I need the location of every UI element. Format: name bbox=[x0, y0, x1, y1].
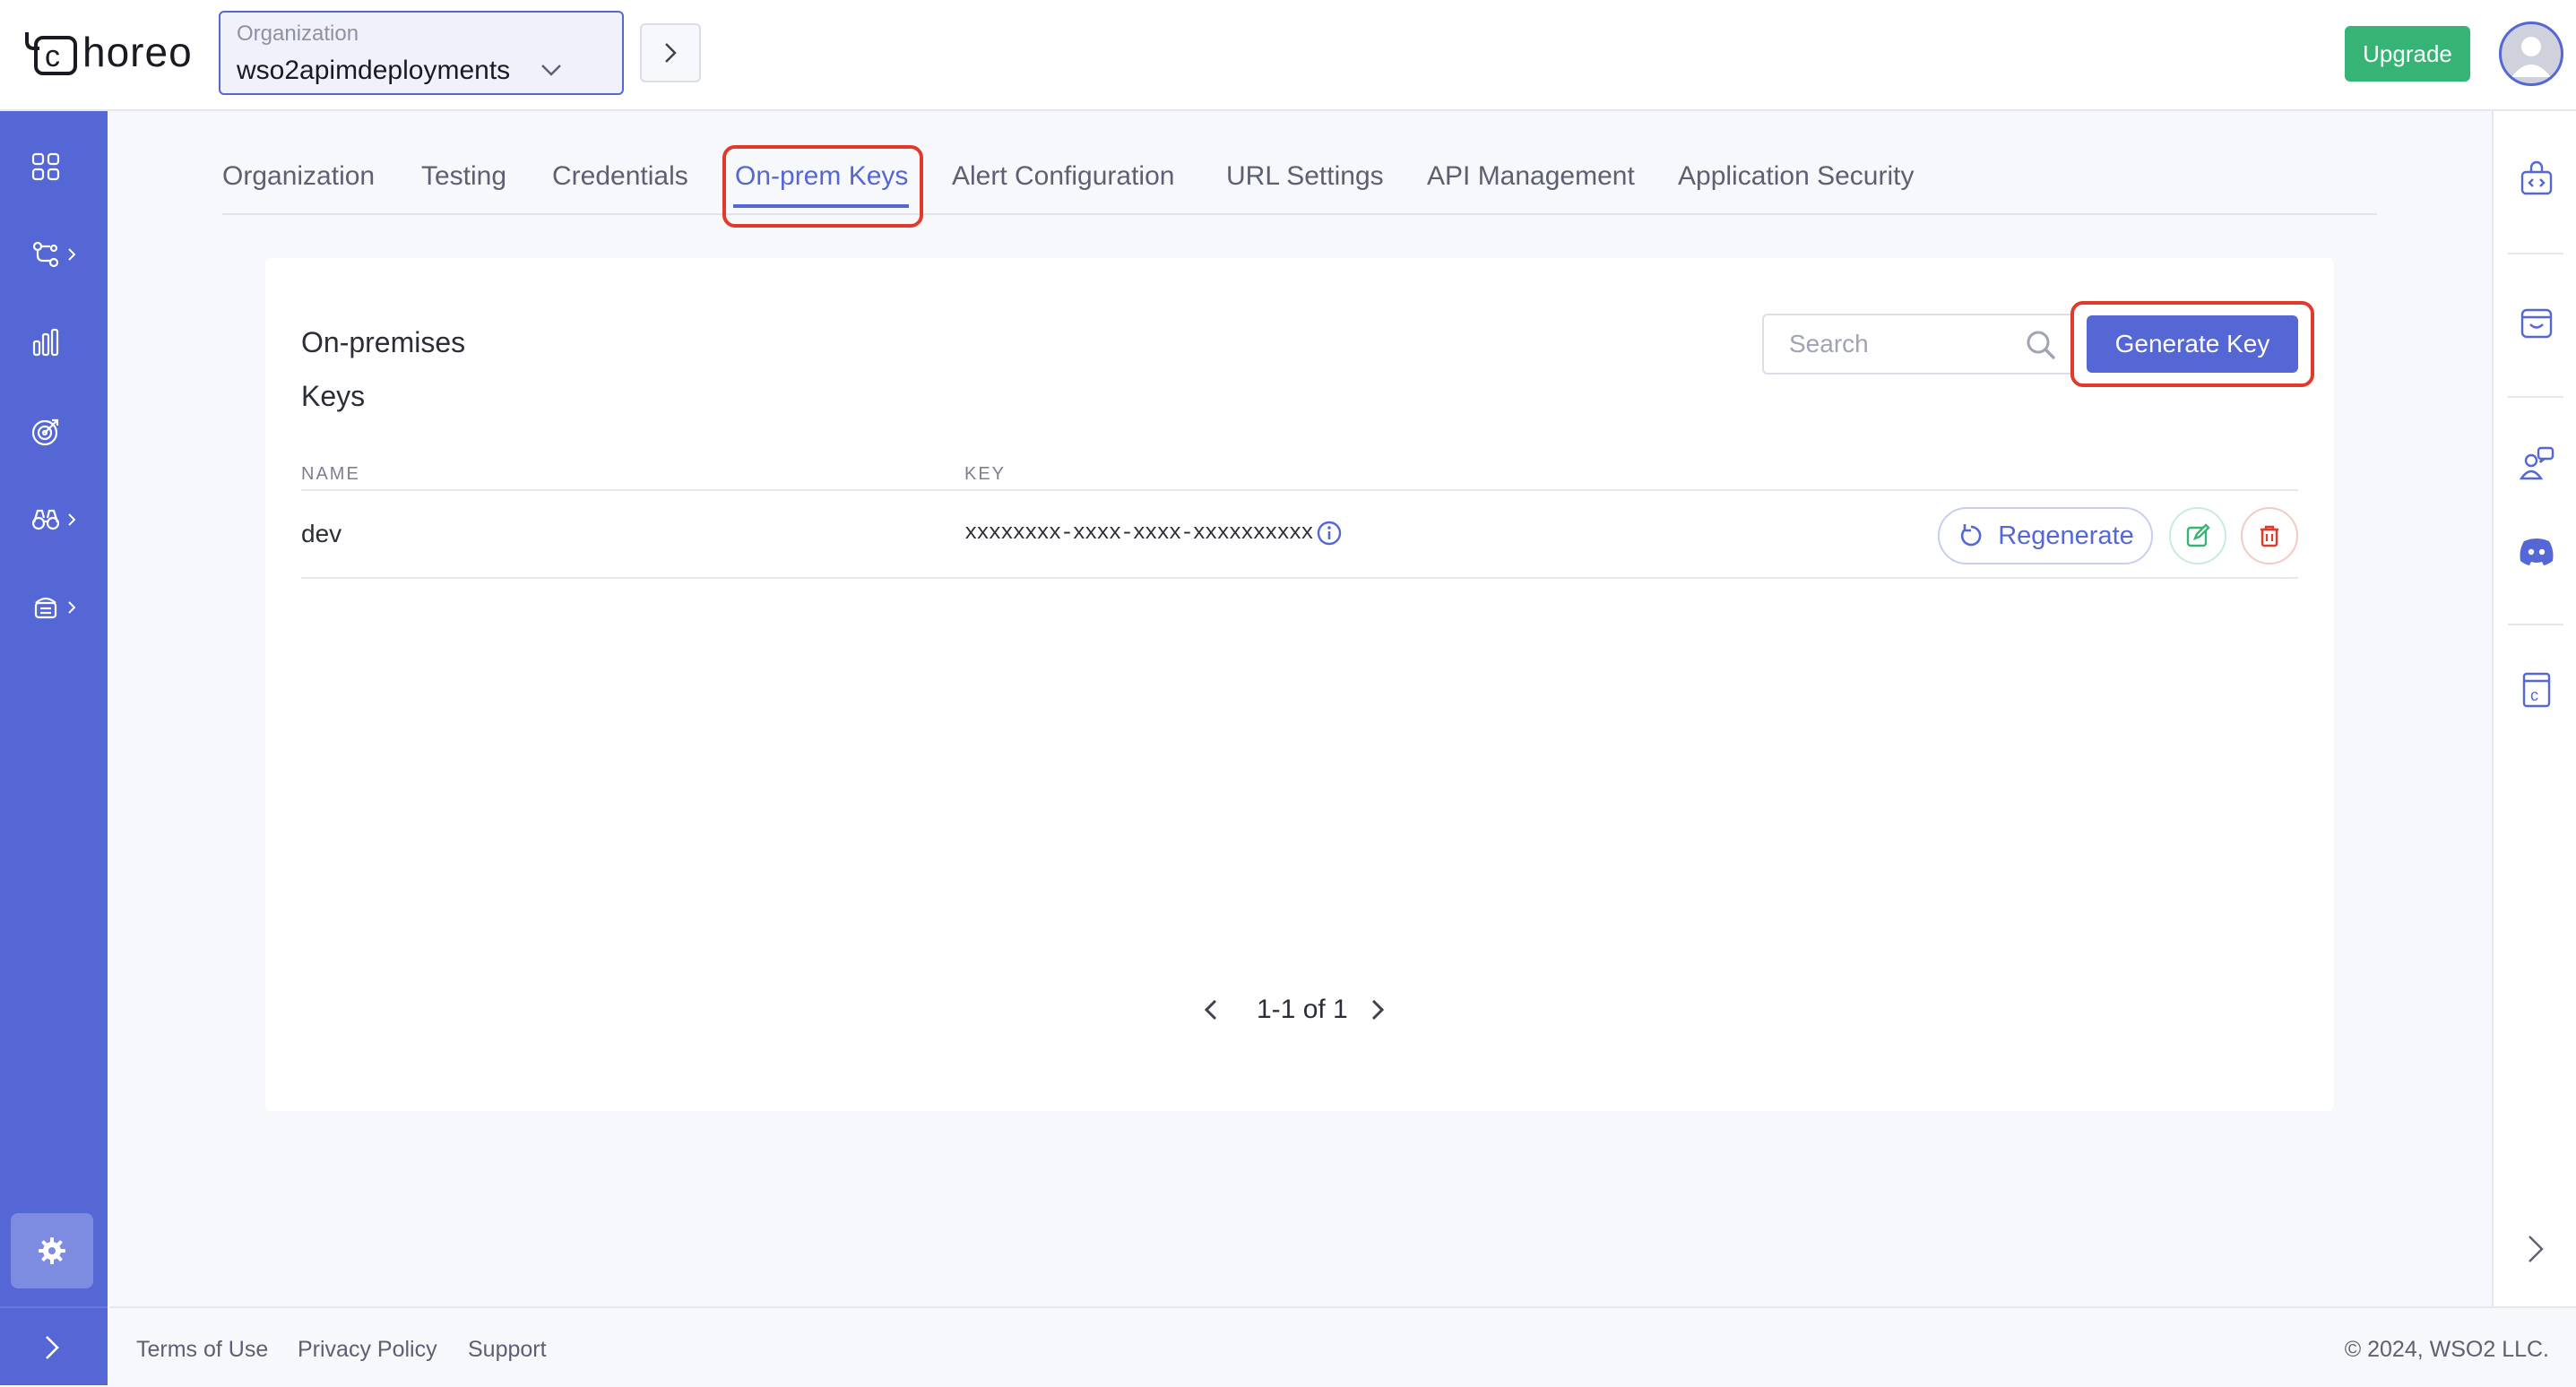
chevron-right-icon bbox=[68, 248, 76, 261]
svg-text:c: c bbox=[2530, 686, 2538, 704]
card-title: On-premises bbox=[301, 326, 466, 358]
on-prem-keys-card: On-premises Keys Generate Key NAME KEY d… bbox=[265, 258, 2334, 1111]
tab-url-settings[interactable]: URL Settings bbox=[1226, 161, 1384, 192]
logo-text: horeo bbox=[82, 29, 193, 75]
chevron-left-icon[interactable] bbox=[1201, 996, 1221, 1023]
delete-button[interactable] bbox=[2241, 507, 2298, 564]
column-header-name: NAME bbox=[301, 464, 360, 484]
choreo-book-icon[interactable]: c bbox=[2517, 670, 2556, 710]
cart-icon[interactable] bbox=[2517, 301, 2556, 340]
column-header-key: KEY bbox=[964, 464, 1007, 484]
sidebar-item-observability[interactable] bbox=[30, 407, 84, 457]
sidebar-item-insights[interactable] bbox=[30, 317, 84, 367]
terms-of-use-link[interactable]: Terms of Use bbox=[136, 1337, 268, 1363]
pagination-label: 1-1 of 1 bbox=[1257, 995, 1348, 1024]
user-icon bbox=[2511, 37, 2551, 77]
upgrade-button[interactable]: Upgrade bbox=[2345, 26, 2470, 82]
sidebar-divider bbox=[0, 1306, 108, 1308]
chevron-right-icon[interactable] bbox=[1368, 996, 1387, 1023]
svg-text:c: c bbox=[45, 39, 60, 73]
support-link[interactable]: Support bbox=[468, 1337, 547, 1363]
rail-expand-button[interactable] bbox=[2526, 1233, 2546, 1265]
sidebar-item-overview[interactable] bbox=[30, 142, 84, 192]
edit-button[interactable] bbox=[2169, 507, 2226, 564]
chevron-right-icon bbox=[46, 1336, 59, 1359]
sidebar-item-flows[interactable] bbox=[30, 229, 84, 280]
privacy-policy-link[interactable]: Privacy Policy bbox=[298, 1337, 437, 1363]
tab-organization[interactable]: Organization bbox=[222, 161, 375, 192]
top-header: c horeo Organization wso2apimdeployments… bbox=[0, 0, 2576, 111]
table-row-divider bbox=[301, 577, 2298, 579]
tab-testing[interactable]: Testing bbox=[421, 161, 506, 192]
logo-mark-icon: c bbox=[25, 32, 77, 75]
right-rail: c bbox=[2492, 111, 2576, 1306]
rail-divider bbox=[2508, 253, 2563, 254]
footer: Terms of Use Privacy Policy Support © 20… bbox=[109, 1306, 2576, 1387]
search-input[interactable] bbox=[1764, 315, 2024, 373]
search-icon[interactable] bbox=[2024, 328, 2058, 362]
chevron-right-icon bbox=[68, 513, 76, 526]
tab-application-security[interactable]: Application Security bbox=[1678, 161, 1914, 192]
edit-icon bbox=[2186, 523, 2210, 547]
database-icon bbox=[34, 597, 57, 619]
binoculars-icon bbox=[31, 509, 60, 530]
highlight-box-tab bbox=[722, 145, 923, 228]
copyright: © 2024, WSO2 LLC. bbox=[2344, 1337, 2549, 1362]
rail-divider bbox=[2508, 624, 2563, 625]
org-next-button[interactable] bbox=[640, 23, 701, 82]
tab-credentials[interactable]: Credentials bbox=[552, 161, 688, 192]
code-bag-icon[interactable] bbox=[2517, 158, 2556, 197]
tab-api-management[interactable]: API Management bbox=[1427, 161, 1635, 192]
highlight-box-generate bbox=[2070, 301, 2314, 387]
settings-tabs: Organization Testing Credentials On-prem… bbox=[222, 152, 2377, 215]
choreo-logo[interactable]: c horeo bbox=[23, 25, 193, 79]
gear-icon bbox=[39, 1237, 65, 1264]
key-name: dev bbox=[301, 520, 342, 547]
key-value: xxxxxxxx-xxxx-xxxx-xxxxxxxxxx bbox=[964, 521, 1314, 546]
sidebar-expand-button[interactable] bbox=[36, 1331, 68, 1364]
grid-icon bbox=[31, 152, 60, 181]
support-chat-icon[interactable] bbox=[2517, 444, 2556, 484]
tab-alert-configuration[interactable]: Alert Configuration bbox=[952, 161, 1174, 192]
left-sidebar bbox=[0, 111, 108, 1385]
organization-selector-label: Organization bbox=[237, 22, 359, 46]
chevron-right-icon bbox=[665, 43, 677, 63]
sidebar-item-discovery[interactable] bbox=[30, 495, 84, 545]
trash-icon bbox=[2260, 525, 2278, 547]
pagination: 1-1 of 1 bbox=[1201, 991, 1398, 1030]
table-header-divider bbox=[301, 489, 2298, 491]
search-box bbox=[1762, 314, 2074, 375]
organization-selector[interactable]: Organization wso2apimdeployments bbox=[219, 11, 624, 95]
discord-icon[interactable] bbox=[2517, 530, 2556, 570]
chevron-down-icon bbox=[541, 65, 561, 76]
refresh-icon bbox=[1961, 524, 1982, 547]
regenerate-label: Regenerate bbox=[1998, 521, 2134, 550]
chevron-right-icon bbox=[2528, 1236, 2544, 1262]
sidebar-item-databases[interactable] bbox=[30, 582, 84, 633]
flow-icon bbox=[32, 241, 59, 268]
rail-divider bbox=[2508, 396, 2563, 398]
bar-chart-icon bbox=[32, 328, 59, 357]
regenerate-button[interactable]: Regenerate bbox=[1938, 507, 2153, 564]
target-icon bbox=[31, 418, 59, 446]
chevron-right-icon bbox=[68, 601, 76, 614]
sidebar-item-settings[interactable] bbox=[11, 1213, 93, 1288]
info-icon[interactable] bbox=[1316, 520, 1343, 547]
organization-selector-value: wso2apimdeployments bbox=[237, 56, 511, 85]
user-avatar[interactable] bbox=[2499, 22, 2563, 86]
card-title-line2: Keys bbox=[301, 380, 366, 412]
